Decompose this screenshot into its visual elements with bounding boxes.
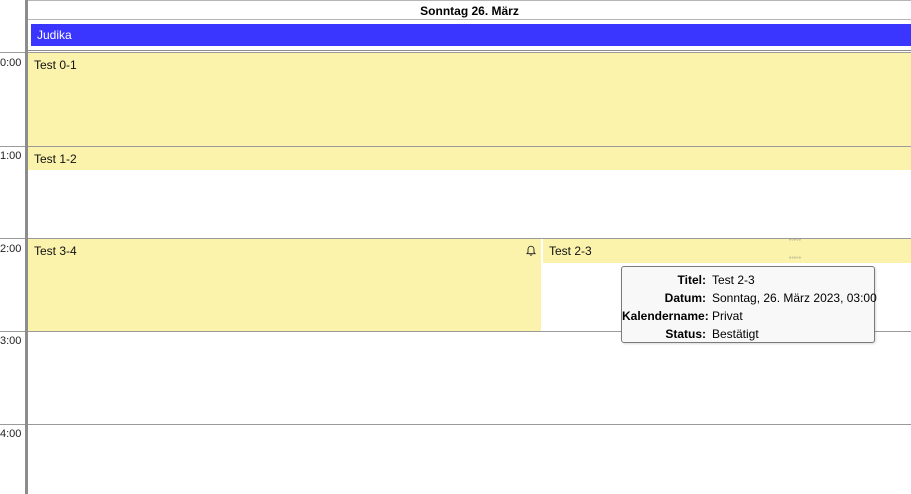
event-title: Test 2-3 — [549, 244, 592, 258]
tooltip-row-title: Titel: Test 2-3 — [622, 271, 874, 289]
gutter-tick — [0, 238, 25, 239]
gutter-tick — [0, 331, 25, 332]
gutter-tick — [0, 52, 25, 53]
tooltip-row-calendar: Kalendername: Privat — [622, 307, 874, 325]
allday-event-judika[interactable]: Judika — [31, 24, 911, 46]
gutter-tick — [0, 424, 25, 425]
allday-row[interactable]: Judika — [28, 20, 911, 51]
tooltip-row-date: Datum: Sonntag, 26. März 2023, 03:00 — [622, 289, 877, 307]
event-title: Test 3-4 — [34, 244, 77, 258]
event-test-1-2[interactable]: Test 1-2 — [28, 147, 911, 170]
time-label-0: 0:00 — [0, 57, 22, 69]
resize-handle-bottom[interactable]: °°°°° — [789, 257, 809, 263]
time-gutter: 0:00 1:00 2:00 3:00 4:00 — [0, 0, 25, 494]
time-label-3: 3:00 — [0, 335, 22, 347]
time-label-1: 1:00 — [0, 150, 22, 162]
tooltip-value: Bestätigt — [712, 327, 759, 341]
event-test-2-3[interactable]: Test 2-3 °°°°° °°°°° — [543, 239, 911, 263]
gutter-tick — [0, 146, 25, 147]
event-title: Test 1-2 — [34, 152, 77, 166]
tooltip-value: Test 2-3 — [712, 273, 755, 287]
tooltip-value: Sonntag, 26. März 2023, 03:00 — [712, 291, 877, 305]
calendar-day-view: 0:00 1:00 2:00 3:00 4:00 Sonntag 26. Mär… — [0, 0, 911, 494]
tooltip-row-status: Status: Bestätigt — [622, 325, 874, 343]
hour-line — [28, 424, 911, 425]
time-label-2: 2:00 — [0, 243, 22, 255]
resize-handle-top[interactable]: °°°°° — [789, 239, 809, 245]
event-title: Test 0-1 — [34, 58, 77, 72]
tooltip-key: Datum: — [664, 291, 706, 305]
time-label-4: 4:00 — [0, 428, 22, 440]
tooltip-key: Kalendername: — [622, 309, 709, 323]
bell-icon — [525, 245, 537, 256]
tooltip-value: Privat — [712, 309, 743, 323]
day-header[interactable]: Sonntag 26. März — [28, 0, 911, 20]
event-tooltip: Titel: Test 2-3 Datum: Sonntag, 26. März 2… — [621, 266, 877, 343]
event-test-3-4[interactable]: Test 3-4 — [28, 239, 541, 331]
tooltip-key: Titel: — [677, 273, 706, 287]
event-test-0-1[interactable]: Test 0-1 — [28, 53, 911, 146]
tooltip-key: Status: — [665, 327, 706, 341]
